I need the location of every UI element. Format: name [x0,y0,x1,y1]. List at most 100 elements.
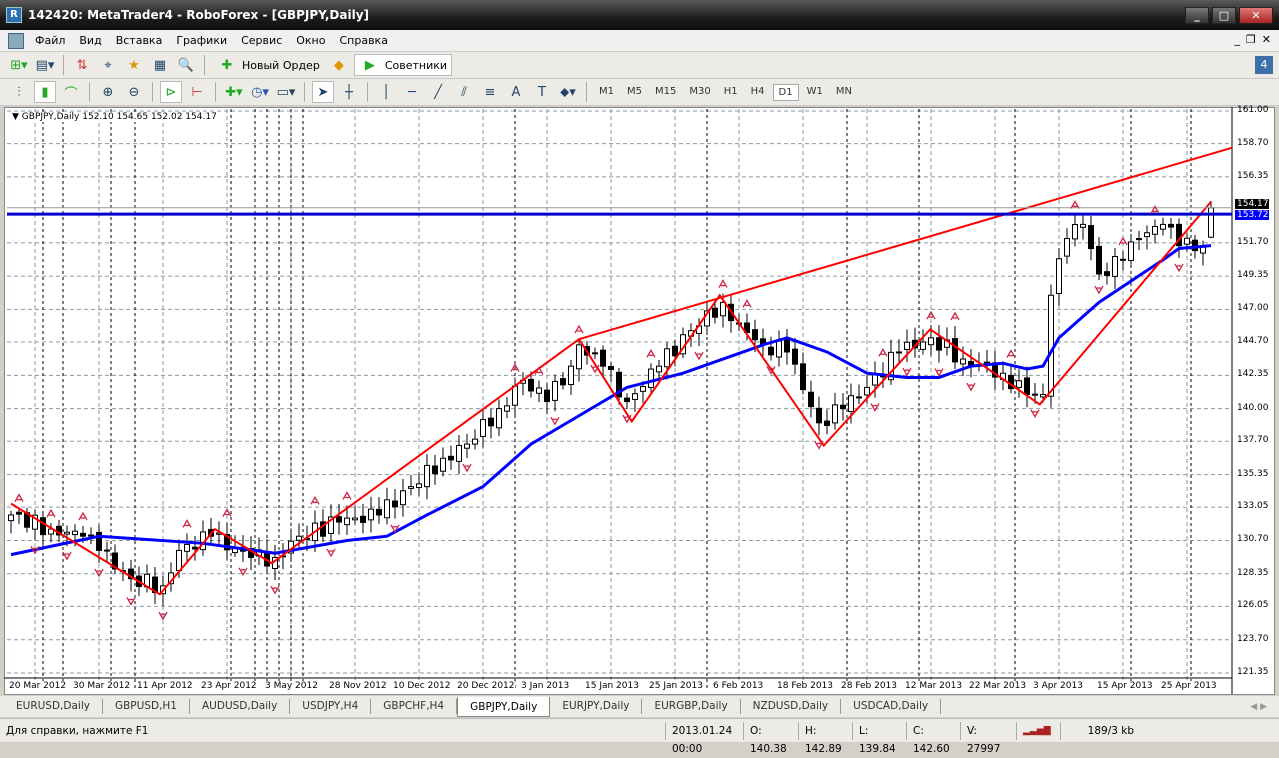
horizontal-line-icon[interactable]: ─ [401,81,423,103]
chart-tab[interactable]: GBPJPY,Daily [457,696,551,717]
timeframe-mn[interactable]: MN [831,84,857,101]
chart-tab[interactable]: EURJPY,Daily [550,699,643,714]
crosshair-navigator-icon[interactable]: ⌖ [97,54,119,76]
favorites-star-icon[interactable]: ★ [123,54,145,76]
chart-tab[interactable]: USDJPY,H4 [290,699,372,714]
warning-icon[interactable]: ◆ [328,54,350,76]
candlestick-icon[interactable]: ▮ [34,81,56,103]
candle [832,404,838,424]
fractal-down-icon [462,463,472,473]
chart-tab[interactable]: USDCAD,Daily [841,699,942,714]
bar-chart-icon[interactable]: ⫶ [8,81,30,103]
mdi-restore-button[interactable]: ❐ [1246,33,1256,46]
candle [784,339,790,353]
status-high: H: 142.89 [798,721,852,755]
timeframe-m15[interactable]: M15 [650,84,681,101]
expert-advisors-button[interactable]: ▶ Советники [353,54,453,76]
chart-tab[interactable]: GBPUSD,H1 [103,699,190,714]
menu-window[interactable]: Окно [289,34,332,47]
candle [800,363,806,391]
profiles-icon[interactable]: ▤▾ [34,54,56,76]
menu-file[interactable]: Файл [28,34,72,47]
chart-window-icon[interactable] [8,32,24,49]
fractal-down-icon [326,548,336,558]
candle [1160,223,1166,230]
arrows-icon[interactable]: ⬥▾ [557,81,579,103]
cursor-icon[interactable]: ➤ [312,81,334,103]
menu-insert[interactable]: Вставка [109,34,170,47]
chart-tab[interactable]: AUDUSD,Daily [190,699,291,714]
price-tick-label: 123.70 [1237,633,1269,644]
candle [936,337,942,351]
menu-charts[interactable]: Графики [169,34,234,47]
periods-clock-icon[interactable]: ◷▾ [249,81,271,103]
timeframe-m30[interactable]: M30 [684,84,715,101]
new-chart-icon[interactable]: ⊞▾ [8,54,30,76]
time-tick-label: 15 Apr 2013 [1097,681,1153,691]
chart-tab[interactable]: EURGBP,Daily [642,699,741,714]
equidistant-channel-icon[interactable]: ⫽ [453,81,475,103]
mdi-close-button[interactable]: ✕ [1262,33,1271,46]
timeframe-w1[interactable]: W1 [802,84,828,101]
candle [1064,238,1070,257]
zoom-out-icon[interactable]: ⊖ [123,81,145,103]
time-tick-label: 25 Jan 2013 [649,681,703,691]
timeframe-h4[interactable]: H4 [746,84,770,101]
candle [400,490,406,506]
maximize-button[interactable]: □ [1212,7,1236,24]
timeframe-m1[interactable]: M1 [594,84,619,101]
close-button[interactable]: ✕ [1239,7,1273,24]
chart-tab[interactable]: NZDUSD,Daily [741,699,842,714]
fractal-up-icon [878,347,888,357]
new-order-button[interactable]: ✚ Новый Ордер [212,54,324,76]
fibonacci-icon[interactable]: ≡ [479,81,501,103]
timeframe-d1[interactable]: D1 [772,83,799,101]
zoom-in-icon[interactable]: ⊕ [97,81,119,103]
price-tick-label: 126.05 [1237,600,1269,611]
time-tick-label: 10 Dec 2012 [393,681,451,691]
line-chart-icon[interactable]: ⌒ [60,81,82,103]
candle [1016,380,1022,388]
timeframe-m5[interactable]: M5 [622,84,647,101]
candle [640,386,646,392]
crosshair-icon[interactable]: ┼ [338,81,360,103]
status-bar: Для справки, нажмите F1 2013.01.24 00:00… [0,718,1279,755]
strategy-tester-icon[interactable]: 🔍 [175,54,197,76]
candle [856,396,862,399]
chart-tab[interactable]: EURUSD,Daily [4,699,103,714]
candle [488,417,494,427]
price-tick-label: 151.70 [1237,236,1269,247]
candle [72,530,78,536]
autoscroll-icon[interactable]: ⊳ [160,81,182,103]
notification-badge[interactable]: 4 [1255,56,1273,74]
chart-tab[interactable]: GBPCHF,H4 [371,699,458,714]
minimize-button[interactable]: _ [1185,7,1209,24]
tab-scroll-arrows-icon[interactable]: ◀ ▶ [1250,702,1267,712]
chart-shift-icon[interactable]: ⊢ [186,81,208,103]
candle [904,341,910,350]
chart-menu-arrow-icon[interactable]: ▼ [12,112,22,122]
mdi-minimize-button[interactable]: _ [1234,33,1240,46]
menu-help[interactable]: Справка [332,34,394,47]
fractal-up-icon [46,508,56,518]
menu-view[interactable]: Вид [72,34,108,47]
menu-tools[interactable]: Сервис [234,34,289,47]
candle [296,535,302,541]
text-label-icon[interactable]: T [531,81,553,103]
timeframe-h1[interactable]: H1 [719,84,743,101]
candle [1144,232,1150,238]
trendline-icon[interactable]: ╱ [427,81,449,103]
terminal-icon[interactable]: ▦ [149,54,171,76]
templates-icon[interactable]: ▭▾ [275,81,297,103]
fractal-down-icon [1094,285,1104,295]
text-icon[interactable]: A [505,81,527,103]
fractal-down-icon [62,551,72,561]
vertical-line-icon[interactable]: │ [375,81,397,103]
chart-header: ▼ GBPJPY,Daily 152.10 154.65 152.02 154.… [12,112,220,122]
price-chart[interactable] [0,107,1279,695]
candle [960,358,966,365]
candle [1112,255,1118,277]
fractal-down-icon [966,382,976,392]
indicators-icon[interactable]: ✚▾ [223,81,245,103]
market-watch-icon[interactable]: ⇅ [71,54,93,76]
